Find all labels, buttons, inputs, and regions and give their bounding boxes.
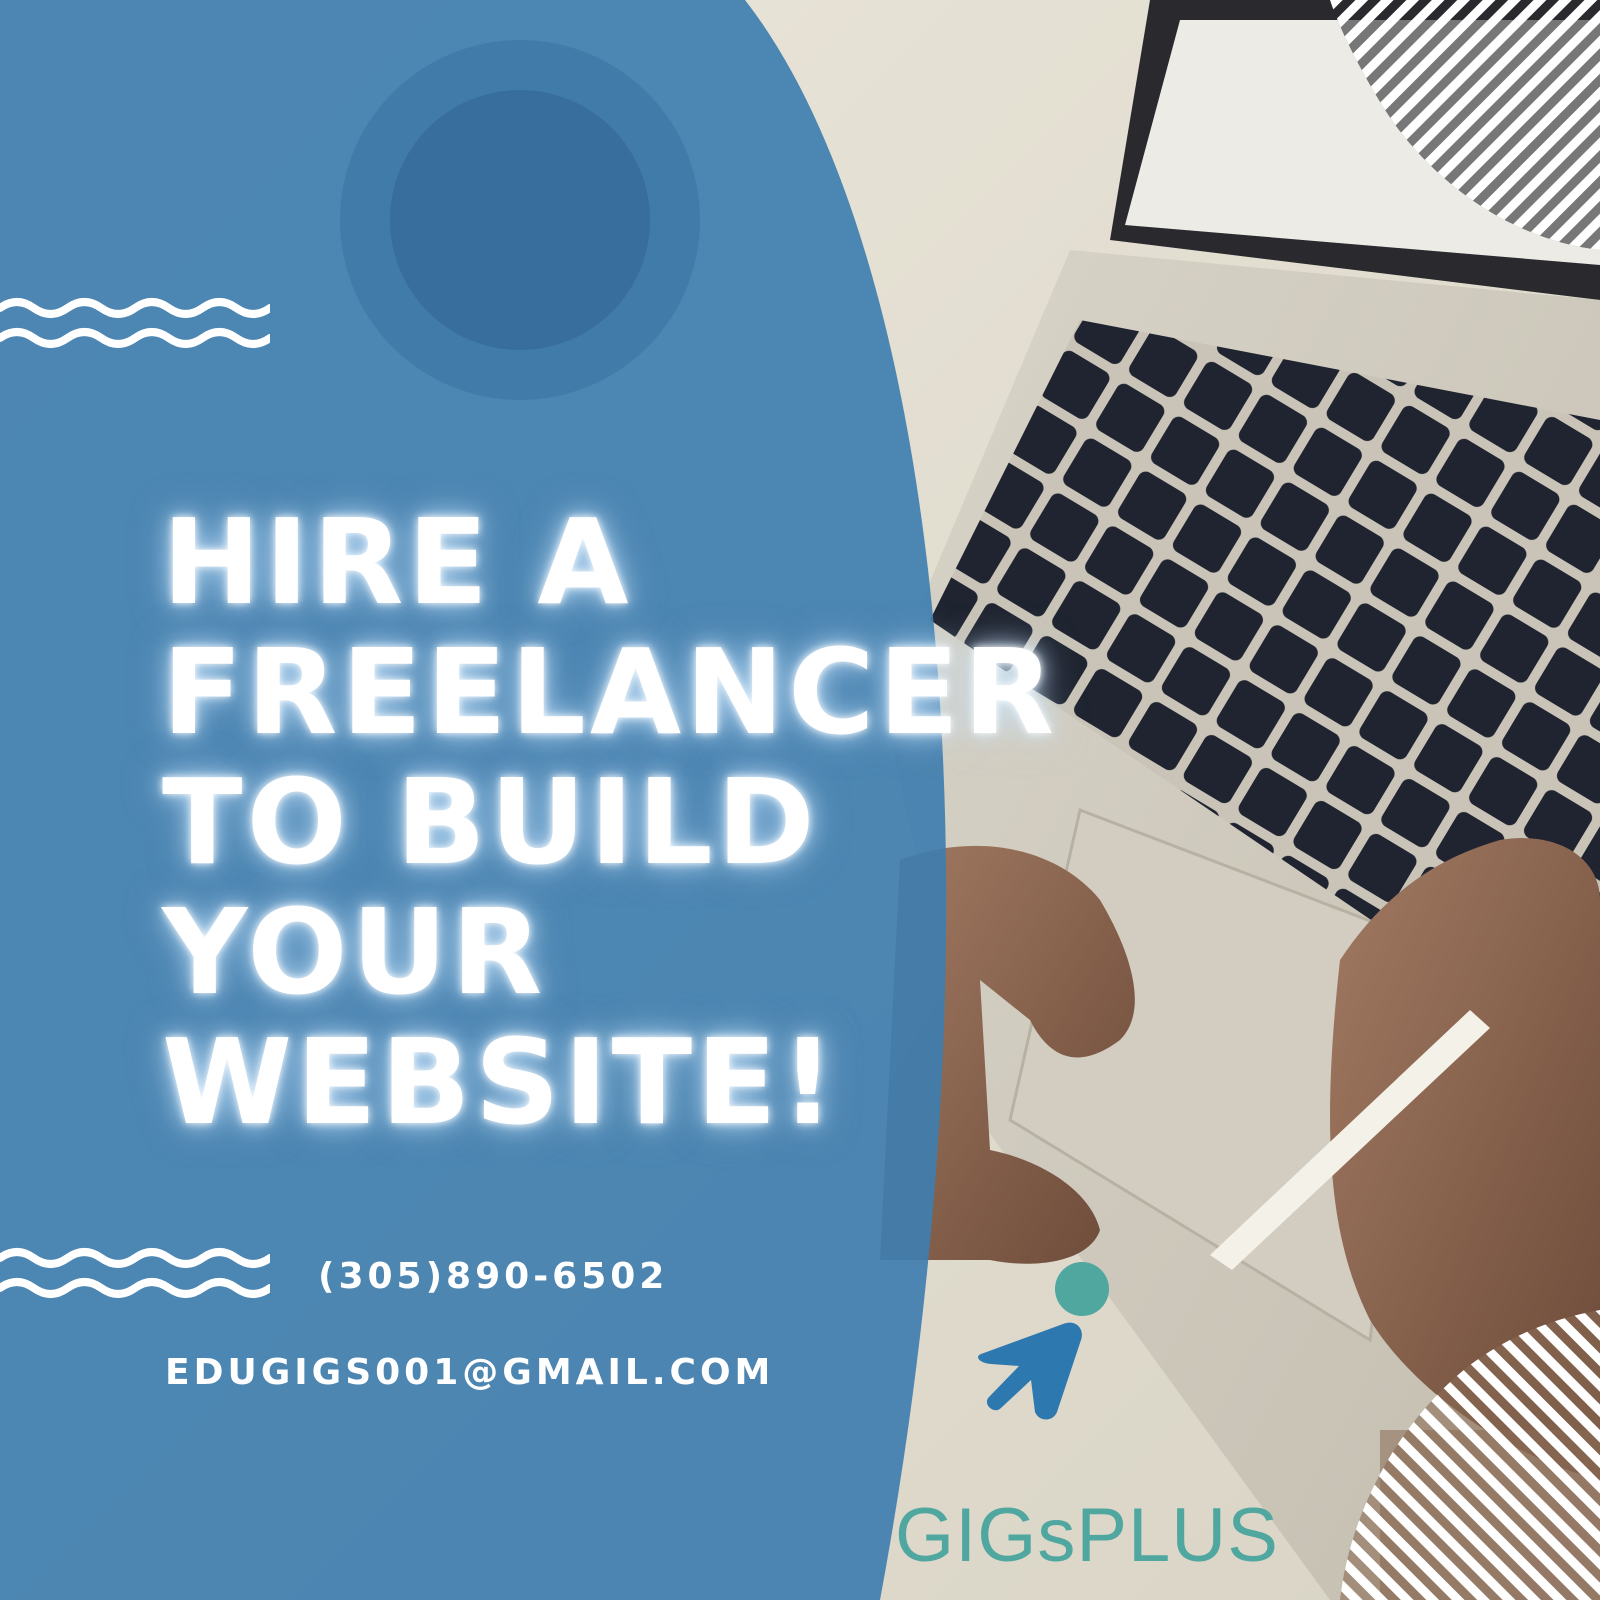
stripes-bottom-right (1340, 1310, 1600, 1600)
headline-line: TO BUILD (162, 753, 819, 891)
headline-line: YOUR (162, 883, 547, 1021)
email-address[interactable]: EDUGIGS001@GMAIL.COM (165, 1352, 774, 1393)
headline-line: FREELANCER (162, 623, 1059, 761)
person-arrow-logo-icon (978, 1262, 1109, 1420)
wave-lines-top (0, 298, 270, 348)
stripes-top-right (1330, 0, 1600, 250)
headline-line: WEBSITE! (162, 1013, 839, 1151)
wave-lines-bottom (0, 1248, 270, 1298)
brand-name: GIGsPLUS (895, 1493, 1279, 1578)
flyer: HIRE A FREELANCER TO BUILD YOUR WEBSITE!… (0, 0, 1600, 1600)
headline-line: HIRE A (162, 493, 633, 631)
phone-number[interactable]: (305)890-6502 (318, 1256, 668, 1297)
